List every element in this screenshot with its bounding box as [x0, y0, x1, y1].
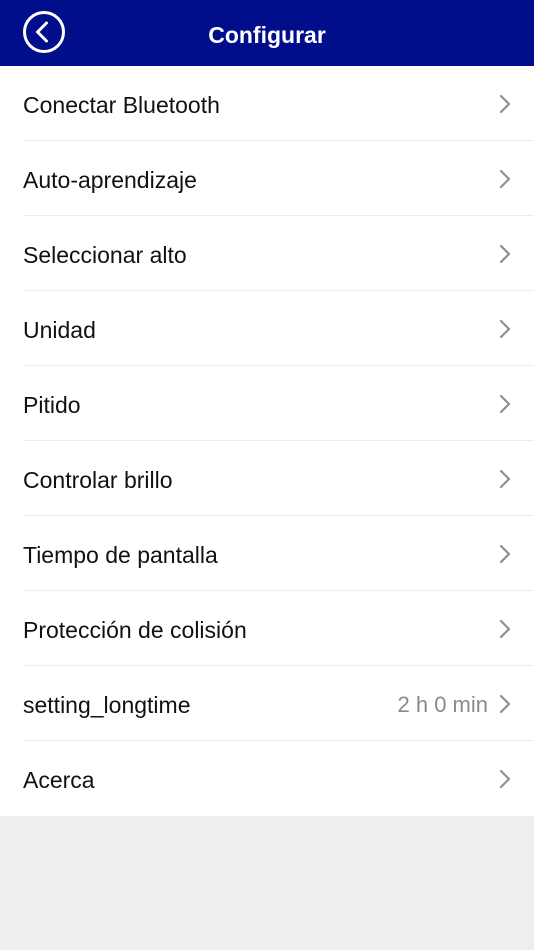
setting-label: Tiempo de pantalla	[23, 542, 218, 568]
setting-value: 2 h 0 min	[397, 692, 489, 717]
setting-label: Acerca	[23, 767, 95, 793]
setting-label: setting_longtime	[23, 692, 191, 718]
setting-row-longtime[interactable]: setting_longtime 2 h 0 min	[0, 666, 534, 741]
setting-row-unit[interactable]: Unidad	[0, 291, 534, 366]
setting-row-about[interactable]: Acerca	[0, 741, 534, 816]
chevron-right-icon	[499, 619, 511, 639]
setting-label: Unidad	[23, 317, 96, 343]
setting-label: Protección de colisión	[23, 617, 247, 643]
setting-row-brightness[interactable]: Controlar brillo	[0, 441, 534, 516]
chevron-right-icon	[499, 544, 511, 564]
chevron-right-icon	[499, 769, 511, 789]
page-title: Configurar	[208, 22, 326, 48]
chevron-right-icon	[499, 394, 511, 414]
setting-row-select-height[interactable]: Seleccionar alto	[0, 216, 534, 291]
setting-label: Seleccionar alto	[23, 242, 187, 268]
setting-row-auto-learning[interactable]: Auto-aprendizaje	[0, 141, 534, 216]
header-bar: Configurar	[0, 0, 534, 66]
setting-label: Controlar brillo	[23, 467, 173, 493]
setting-row-beep[interactable]: Pitido	[0, 366, 534, 441]
setting-row-screen-time[interactable]: Tiempo de pantalla	[0, 516, 534, 591]
chevron-right-icon	[499, 244, 511, 264]
setting-label: Pitido	[23, 392, 81, 418]
chevron-right-icon	[499, 469, 511, 489]
chevron-right-icon	[499, 169, 511, 189]
chevron-right-icon	[499, 694, 511, 714]
chevron-right-icon	[499, 94, 511, 114]
setting-label: Conectar Bluetooth	[23, 92, 220, 118]
settings-list: Conectar Bluetooth Auto-aprendizaje Sele…	[0, 66, 534, 816]
setting-row-bluetooth[interactable]: Conectar Bluetooth	[0, 66, 534, 141]
setting-label: Auto-aprendizaje	[23, 167, 197, 193]
chevron-right-icon	[499, 319, 511, 339]
setting-row-collision-protection[interactable]: Protección de colisión	[0, 591, 534, 666]
